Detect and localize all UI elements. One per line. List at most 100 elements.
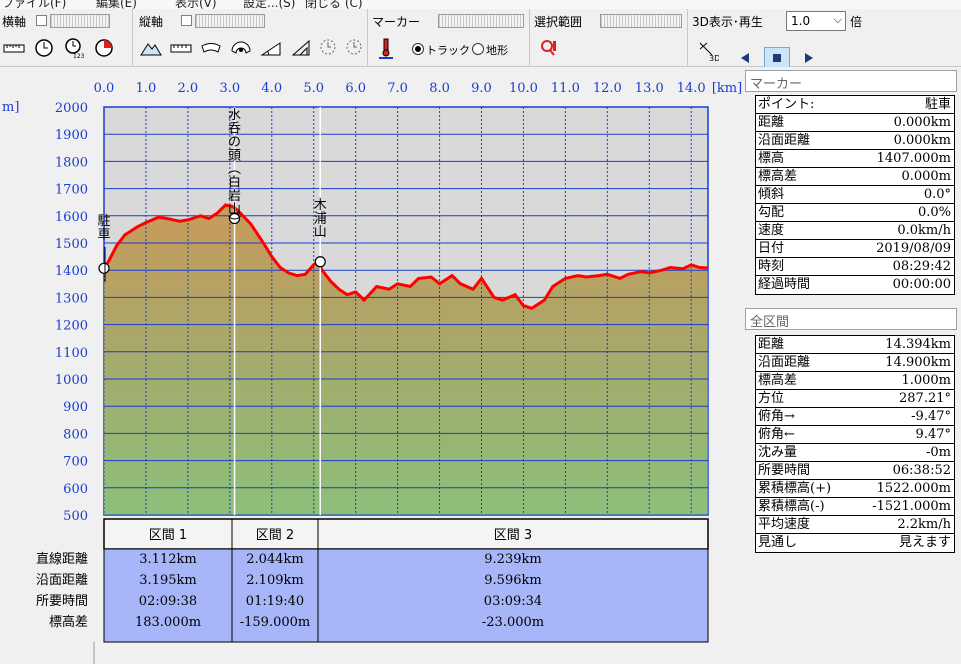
y-tick-label: 1700 bbox=[55, 183, 88, 198]
triangle-ruler-icon[interactable] bbox=[289, 36, 313, 60]
zoom-select[interactable]: 1.0 ⌵ bbox=[786, 11, 846, 31]
selection-slider[interactable] bbox=[600, 14, 682, 28]
marker-point[interactable] bbox=[98, 262, 110, 274]
total-info-table: 距離 14.394km 沿面距離 14.900km 標高差 1.000m 方位 287.21°… bbox=[755, 335, 955, 553]
info-value: 見えます bbox=[898, 535, 951, 550]
play-button[interactable] bbox=[796, 47, 822, 69]
marker-label: マーカー bbox=[372, 15, 421, 29]
clock-123-icon[interactable]: 123 bbox=[62, 36, 86, 60]
info-key: 俯角← bbox=[758, 427, 795, 442]
info-row: 傾斜 0.0° bbox=[756, 186, 954, 204]
marker-label: 木浦山 bbox=[314, 198, 327, 240]
info-value: 1407.000m bbox=[876, 151, 951, 166]
info-value: 0.0km/h bbox=[897, 223, 951, 238]
info-key: 累積標高(-) bbox=[758, 499, 825, 514]
info-value: 2.2km/h bbox=[897, 517, 951, 532]
info-row: 沿面距離 14.900km bbox=[756, 354, 954, 372]
curved-ruler-icon[interactable] bbox=[199, 36, 223, 60]
clock-icon[interactable] bbox=[32, 36, 56, 60]
menu-close[interactable]: 閉じる (C) bbox=[305, 0, 363, 9]
y-tick-label: 1100 bbox=[55, 346, 88, 361]
v-axis-label: 縦軸 bbox=[139, 15, 164, 29]
y-tick-label: 800 bbox=[63, 427, 88, 442]
y-tick-label: 2000 bbox=[55, 101, 88, 116]
rewind-button[interactable] bbox=[732, 47, 758, 69]
x-tick-label: 10.0 bbox=[509, 81, 538, 96]
info-row: 沈み量 -0m bbox=[756, 444, 954, 462]
y-unit-label: m] bbox=[2, 100, 19, 115]
marker-label: 駐車 bbox=[97, 214, 110, 243]
3d-icon[interactable]: 3D bbox=[696, 39, 720, 63]
info-value: 0.0° bbox=[923, 187, 951, 202]
v-axis-checkbox[interactable] bbox=[181, 15, 192, 26]
y-tick-label: 1600 bbox=[55, 210, 88, 225]
x-tick-label: 0.0 bbox=[94, 81, 115, 96]
h-axis-slider[interactable] bbox=[50, 14, 110, 28]
selection-group: 選択範囲 bbox=[530, 9, 688, 67]
info-row: ポイント: 駐車 bbox=[756, 96, 954, 114]
x-tick-label: 5.0 bbox=[303, 81, 324, 96]
section-header-row bbox=[103, 518, 709, 550]
info-value: 0.000m bbox=[901, 169, 951, 184]
h-axis-checkbox[interactable] bbox=[36, 15, 47, 26]
marker-info-table: ポイント: 駐車 距離 0.000km 沿面距離 0.000km 標高 1407.000m 標高… bbox=[755, 95, 955, 295]
section-cell: 03:09:34 bbox=[484, 594, 542, 609]
menu-settings[interactable]: 設定...(S) bbox=[243, 0, 295, 9]
menu-file[interactable]: ファイル(F) bbox=[2, 0, 66, 9]
slope-icon[interactable] bbox=[259, 36, 283, 60]
dotted-clock-2-icon[interactable] bbox=[343, 36, 367, 60]
marker-slider[interactable] bbox=[438, 14, 524, 28]
menu-view[interactable]: 表示(V) bbox=[175, 0, 217, 9]
info-row: 平均速度 2.2km/h bbox=[756, 516, 954, 534]
x-tick-label: 14.0 bbox=[677, 81, 706, 96]
gauge-icon[interactable] bbox=[229, 36, 253, 60]
ruler-icon[interactable] bbox=[2, 36, 26, 60]
elevation-profile-chart[interactable]: 2000 1900 1800 1700 1600 1500 1400 1300 1200 1100… bbox=[0, 67, 745, 664]
info-row: 経過時間 00:00:00 bbox=[756, 276, 954, 294]
dotted-clock-icon[interactable] bbox=[317, 36, 341, 60]
menu-edit[interactable]: 編集(E) bbox=[96, 0, 137, 9]
y-tick-label: 700 bbox=[63, 455, 88, 470]
toolbar: 横軸 123 縦軸 マーカー トラック 地形 選択範囲 3D表示･再生 1.0 … bbox=[0, 9, 961, 69]
info-value: 9.47° bbox=[915, 427, 951, 442]
terrain-radio[interactable] bbox=[472, 43, 484, 55]
info-key: 沿面距離 bbox=[758, 355, 811, 370]
info-key: 速度 bbox=[758, 223, 785, 238]
svg-text:3D: 3D bbox=[709, 54, 719, 62]
info-row: 標高差 1.000m bbox=[756, 372, 954, 390]
info-row: 勾配 0.0% bbox=[756, 204, 954, 222]
info-row: 沿面距離 0.000km bbox=[756, 132, 954, 150]
mountain-icon[interactable] bbox=[139, 36, 163, 60]
stop-button[interactable] bbox=[764, 47, 790, 69]
info-value: 2019/08/09 bbox=[876, 241, 951, 256]
section-row-label: 標高差 bbox=[49, 614, 88, 630]
selection-search-icon[interactable] bbox=[538, 36, 562, 60]
marker-point[interactable] bbox=[314, 256, 326, 268]
info-key: 方位 bbox=[758, 391, 785, 406]
v-axis-slider[interactable] bbox=[195, 14, 265, 28]
y-tick-label: 1900 bbox=[55, 128, 88, 143]
info-key: 標高 bbox=[758, 151, 785, 166]
info-row: 方位 287.21° bbox=[756, 390, 954, 408]
info-value: -9.47° bbox=[911, 409, 951, 424]
info-row: 累積標高(+) 1522.000m bbox=[756, 480, 954, 498]
ruler-v-icon[interactable] bbox=[169, 36, 193, 60]
y-tick-label: 1800 bbox=[55, 155, 88, 170]
section-cell: 9.596km bbox=[484, 573, 541, 588]
info-value: 06:38:52 bbox=[892, 463, 951, 478]
x-tick-label: 12.0 bbox=[593, 81, 622, 96]
marker-panel-title: マーカー bbox=[745, 70, 957, 92]
info-key: 所要時間 bbox=[758, 463, 811, 478]
info-key: ポイント: bbox=[758, 97, 815, 112]
info-row: 日付 2019/08/09 bbox=[756, 240, 954, 258]
section-cell: -159.000m bbox=[240, 615, 310, 630]
info-key: 沿面距離 bbox=[758, 133, 811, 148]
thermometer-pin-icon[interactable] bbox=[374, 36, 398, 60]
info-value: 14.900km bbox=[885, 355, 951, 370]
info-value: 0.000km bbox=[893, 133, 951, 148]
section-cell: 2.109km bbox=[246, 573, 303, 588]
total-panel-title: 全区間 bbox=[745, 308, 957, 330]
y-tick-label: 1000 bbox=[55, 373, 88, 388]
pie-clock-icon[interactable] bbox=[92, 36, 116, 60]
track-radio[interactable] bbox=[412, 43, 424, 55]
